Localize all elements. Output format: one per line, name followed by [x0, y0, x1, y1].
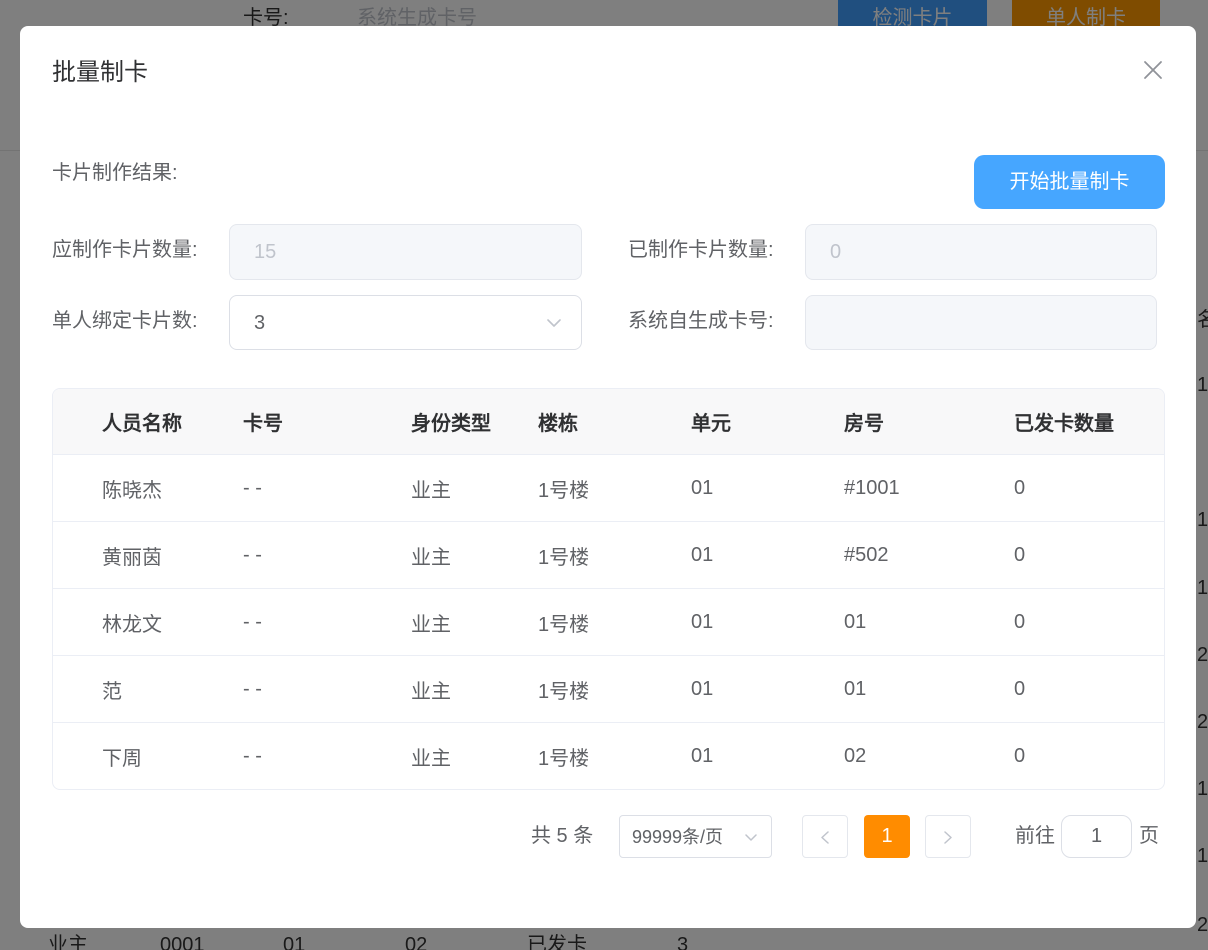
system-card-number-input	[805, 295, 1157, 350]
page-number-current[interactable]: 1	[864, 815, 910, 858]
chevron-right-icon-stroke	[944, 831, 952, 844]
should-make-count-label: 应制作卡片数量:	[52, 239, 198, 261]
column-header-building: 楼栋	[538, 413, 578, 435]
cell-identity-type: 业主	[411, 546, 451, 569]
cell-identity-type: 业主	[411, 479, 451, 502]
next-page-button[interactable]	[925, 815, 971, 858]
cell-identity-type: 业主	[411, 680, 451, 703]
cell-identity-type: 业主	[411, 747, 451, 770]
cell-unit: 01	[691, 744, 714, 767]
cell-issued-count: 0	[1014, 677, 1026, 700]
cell-building: 1号楼	[538, 613, 590, 636]
cell-unit: 01	[691, 610, 714, 633]
cell-unit: 01	[691, 677, 714, 700]
page-size-select[interactable]: 99999条/页	[619, 815, 772, 858]
card-result-label: 卡片制作结果:	[52, 162, 178, 184]
cell-person-name: 范	[102, 680, 122, 703]
chevron-left-icon-stroke	[821, 831, 829, 844]
goto-page-input[interactable]	[1061, 815, 1132, 858]
cell-card-no: - -	[243, 543, 262, 566]
batch-card-dialog: 批量制卡 卡片制作结果: 开始批量制卡 应制作卡片数量: 已制作卡片数量: 单人…	[20, 26, 1196, 928]
cell-room: 01	[844, 677, 867, 700]
column-header-issued-count: 已发卡数量	[1014, 413, 1114, 435]
cards-per-person-label: 单人绑定卡片数:	[52, 310, 198, 332]
close-icon[interactable]	[1143, 60, 1163, 80]
column-header-identity-type: 身份类型	[411, 413, 491, 435]
prev-page-button[interactable]	[802, 815, 848, 858]
cell-unit: 01	[691, 476, 714, 499]
column-header-card-no: 卡号	[243, 413, 283, 435]
cell-issued-count: 0	[1014, 476, 1026, 499]
cell-room: 02	[844, 744, 867, 767]
cell-card-no: - -	[243, 744, 262, 767]
system-card-number-label: 系统自生成卡号:	[628, 310, 774, 332]
table-row: 黄丽茵 - - 业主 1号楼 01 #502 0	[53, 522, 1164, 589]
cell-person-name: 林龙文	[102, 613, 162, 636]
cards-per-person-select[interactable]: 3	[229, 295, 582, 350]
app-root: 卡号: 系统生成卡号 检测卡片 单人制卡 业主 0001 01 02 已发卡 3…	[0, 0, 1208, 950]
column-header-room: 房号	[844, 413, 884, 435]
cell-identity-type: 业主	[411, 613, 451, 636]
page-size-value: 99999条/页	[632, 827, 724, 847]
cell-building: 1号楼	[538, 680, 590, 703]
chevron-down-icon-stroke	[547, 319, 561, 327]
chevron-down-icon	[547, 319, 561, 327]
start-batch-card-button[interactable]: 开始批量制卡	[974, 155, 1165, 209]
pagination-total: 共 5 条	[531, 825, 594, 847]
should-make-count-input	[229, 224, 582, 280]
cell-building: 1号楼	[538, 479, 590, 502]
cell-room: #1001	[844, 476, 900, 499]
cell-issued-count: 0	[1014, 610, 1026, 633]
column-header-unit: 单元	[691, 413, 731, 435]
chevron-down-icon-stroke	[745, 834, 757, 841]
chevron-left-icon	[821, 831, 829, 844]
cell-room: #502	[844, 543, 889, 566]
cell-person-name: 黄丽茵	[102, 546, 162, 569]
cell-unit: 01	[691, 543, 714, 566]
table-row: 陈晓杰 - - 业主 1号楼 01 #1001 0	[53, 455, 1164, 522]
table-row: 林龙文 - - 业主 1号楼 01 01 0	[53, 589, 1164, 656]
cell-card-no: - -	[243, 610, 262, 633]
cards-per-person-value: 3	[254, 312, 266, 334]
cell-person-name: 陈晓杰	[102, 479, 162, 502]
cell-card-no: - -	[243, 677, 262, 700]
cell-person-name: 下周	[102, 747, 142, 770]
made-count-input	[805, 224, 1157, 280]
table-row: 范 - - 业主 1号楼 01 01 0	[53, 656, 1164, 723]
dialog-title: 批量制卡	[52, 59, 148, 86]
chevron-right-icon	[944, 831, 952, 844]
cell-building: 1号楼	[538, 546, 590, 569]
cell-issued-count: 0	[1014, 744, 1026, 767]
goto-page-suffix: 页	[1139, 825, 1159, 847]
made-count-label: 已制作卡片数量:	[628, 239, 774, 261]
table-body: 陈晓杰 - - 业主 1号楼 01 #1001 0 黄丽茵 - - 业主 1号楼 01 #502 0 林龙文…	[53, 455, 1164, 789]
goto-label: 前往	[1015, 825, 1055, 847]
cell-building: 1号楼	[538, 747, 590, 770]
cell-room: 01	[844, 610, 867, 633]
cell-card-no: - -	[243, 476, 262, 499]
person-card-table: 人员名称 卡号 身份类型 楼栋 单元 房号 已发卡数量 陈晓杰 - - 业主 1号楼 0…	[52, 388, 1165, 790]
column-header-person-name: 人员名称	[102, 413, 182, 435]
cell-issued-count: 0	[1014, 543, 1026, 566]
chevron-down-icon	[745, 834, 757, 841]
table-header-row: 人员名称 卡号 身份类型 楼栋 单元 房号 已发卡数量	[53, 389, 1164, 455]
table-row: 下周 - - 业主 1号楼 01 02 0	[53, 723, 1164, 789]
